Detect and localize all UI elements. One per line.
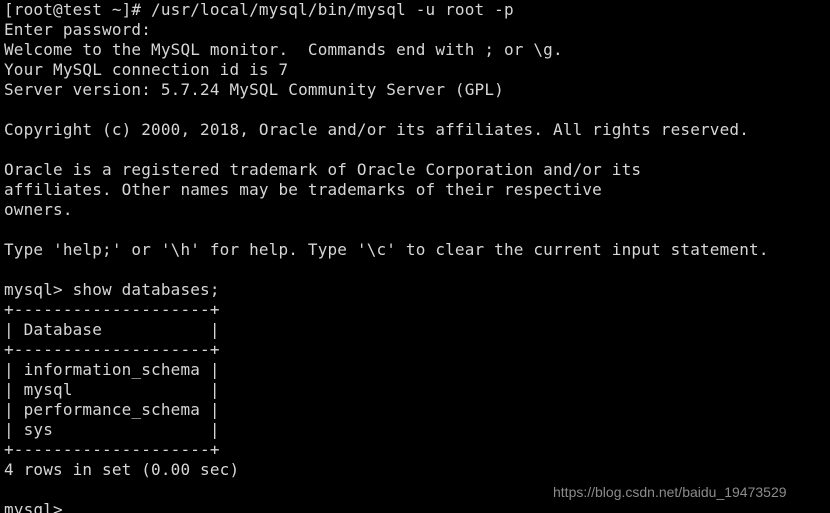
table-separator-top: +--------------------+	[4, 300, 220, 319]
terminal-line-trademark-1: Oracle is a registered trademark of Orac…	[4, 160, 642, 179]
terminal-line-password-prompt: Enter password:	[4, 20, 152, 39]
terminal-line-help-hint: Type 'help;' or '\h' for help. Type '\c'…	[4, 240, 769, 259]
terminal-line-blank-4	[4, 260, 826, 280]
terminal-line-shell-command: [root@test ~]# /usr/local/mysql/bin/mysq…	[4, 0, 514, 19]
terminal-line-blank-1	[4, 100, 826, 120]
table-separator-bottom: +--------------------+	[4, 440, 220, 459]
table-row: | sys |	[4, 420, 220, 439]
watermark-url: https://blog.csdn.net/baidu_19473529	[553, 484, 787, 500]
table-row: | performance_schema |	[4, 400, 220, 419]
terminal-window[interactable]: [root@test ~]# /usr/local/mysql/bin/mysq…	[0, 0, 830, 513]
terminal-line-welcome: Welcome to the MySQL monitor. Commands e…	[4, 40, 563, 59]
terminal-line-blank-3	[4, 220, 826, 240]
table-row: | mysql |	[4, 380, 220, 399]
terminal-output[interactable]: [root@test ~]# /usr/local/mysql/bin/mysq…	[4, 0, 826, 513]
table-separator-header: +--------------------+	[4, 340, 220, 359]
terminal-line-trademark-3: owners.	[4, 200, 73, 219]
terminal-line-trademark-2: affiliates. Other names may be trademark…	[4, 180, 602, 199]
terminal-line-server-version: Server version: 5.7.24 MySQL Community S…	[4, 80, 504, 99]
terminal-line-connection-id: Your MySQL connection id is 7	[4, 60, 289, 79]
table-row-count-summary: 4 rows in set (0.00 sec)	[4, 460, 240, 479]
terminal-line-blank-2	[4, 140, 826, 160]
mysql-prompt-line[interactable]: mysql>	[4, 500, 826, 513]
terminal-line-copyright: Copyright (c) 2000, 2018, Oracle and/or …	[4, 120, 750, 139]
terminal-line-sql-command: mysql> show databases;	[4, 280, 220, 299]
table-header-row: | Database |	[4, 320, 220, 339]
table-row: | information_schema |	[4, 360, 220, 379]
